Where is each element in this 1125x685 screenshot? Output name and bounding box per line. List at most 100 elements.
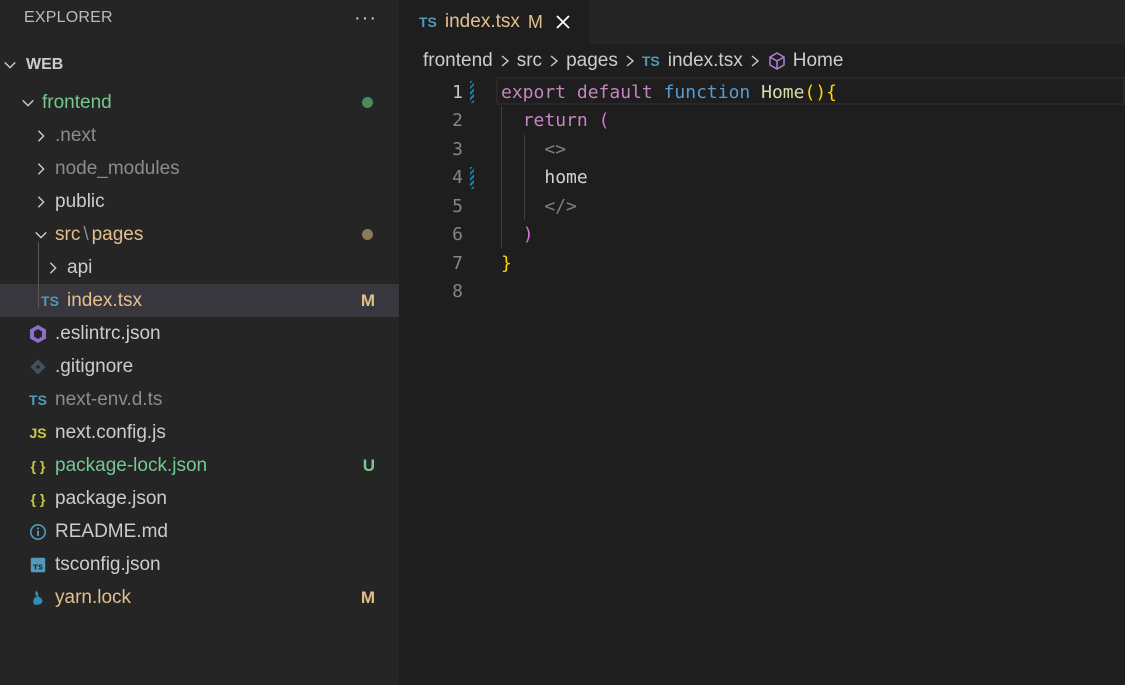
- code-text: }: [501, 253, 512, 274]
- tab-index-tsx[interactable]: TS index.tsx M: [399, 0, 589, 44]
- explorer-sidebar: EXPLORER ··· WEB frontend .next node_mod…: [0, 0, 399, 685]
- code-editor[interactable]: 1 export default function Home(){ 2 retu…: [399, 77, 1125, 307]
- code-text: home: [501, 167, 588, 189]
- tree-indent-guide: [38, 242, 39, 308]
- typescript-file-icon: TS: [29, 391, 47, 408]
- tab-bar: TS index.tsx M: [399, 0, 1125, 44]
- typescript-file-icon: TS: [419, 14, 437, 30]
- eslint-file-icon: [27, 324, 49, 344]
- chevron-right-icon: [33, 194, 49, 210]
- tree-item-package-lock[interactable]: { } package-lock.json U: [0, 449, 399, 482]
- chevron-down-icon: [33, 227, 49, 243]
- code-line-3: 3 <>: [399, 135, 1125, 164]
- tree-item-package-json[interactable]: { } package.json: [0, 482, 399, 515]
- tree-item-label: public: [55, 190, 105, 212]
- chevron-right-icon: [550, 55, 559, 67]
- tree-item-label: yarn.lock: [55, 586, 132, 608]
- code-text: ): [501, 224, 534, 245]
- chevron-down-icon: [20, 95, 36, 111]
- breadcrumb-item-file[interactable]: index.tsx: [668, 50, 743, 72]
- line-number: 2: [452, 110, 463, 132]
- modified-dot-icon: [362, 229, 373, 240]
- tree-item-label: tsconfig.json: [55, 553, 161, 575]
- code-line-6: 6 ): [399, 221, 1125, 250]
- token-bracket: (): [804, 81, 827, 103]
- tsconfig-icon-letters: TS: [33, 562, 43, 571]
- json-file-icon: { }: [30, 457, 46, 474]
- tree-item-frontend[interactable]: frontend: [0, 86, 399, 119]
- tree-item-label-2: pages: [91, 223, 144, 245]
- breadcrumb-item-frontend[interactable]: frontend: [423, 50, 493, 72]
- git-status-badge: M: [360, 587, 375, 607]
- info-icon: [27, 523, 49, 541]
- breadcrumb-item-src[interactable]: src: [517, 50, 542, 72]
- git-status-badge: M: [360, 290, 375, 310]
- token-keyword: export: [501, 81, 567, 103]
- line-number: 1: [452, 81, 463, 103]
- token-keyword: function: [663, 81, 751, 103]
- line-number: 4: [452, 167, 463, 189]
- close-icon[interactable]: [555, 14, 571, 30]
- tree-item-next-config[interactable]: JS next.config.js: [0, 416, 399, 449]
- tree-item-label: frontend: [42, 91, 112, 113]
- workspace-root-label: WEB: [26, 56, 64, 73]
- chevron-right-icon: [751, 55, 759, 67]
- typescript-file-icon: TS: [641, 53, 660, 69]
- symbol-method-icon: [768, 52, 785, 70]
- tree-item-api[interactable]: api: [0, 251, 399, 284]
- tree-item-next[interactable]: .next: [0, 119, 399, 152]
- tree-item-node-modules[interactable]: node_modules: [0, 152, 399, 185]
- explorer-header: EXPLORER ···: [0, 0, 399, 36]
- more-actions-button[interactable]: ···: [354, 7, 377, 30]
- chevron-right-icon: [501, 55, 509, 67]
- code-line-8: 8: [399, 278, 1125, 307]
- token-text: home: [544, 167, 588, 189]
- token-keyword: return: [522, 110, 588, 132]
- tree-item-eslintrc[interactable]: .eslintrc.json: [0, 317, 399, 350]
- path-separator: \: [83, 223, 89, 245]
- tree-item-next-env[interactable]: TS next-env.d.ts: [0, 383, 399, 416]
- tree-item-label: next-env.d.ts: [55, 388, 163, 410]
- tree-item-label: node_modules: [55, 157, 180, 179]
- breadcrumb-item-symbol[interactable]: Home: [793, 50, 844, 72]
- tsconfig-file-icon: TS: [27, 556, 49, 574]
- breadcrumb: frontend src pages TS index.tsx Home: [399, 44, 1125, 78]
- tree-item-readme[interactable]: README.md: [0, 515, 399, 548]
- json-file-icon: { }: [30, 490, 46, 507]
- tree-item-label: next.config.js: [55, 421, 166, 443]
- code-text: return (: [501, 110, 610, 132]
- code-text: export default function Home(){: [501, 82, 837, 103]
- tree-item-label: api: [67, 256, 93, 278]
- tab-label: index.tsx: [444, 11, 520, 32]
- modified-line-marker: [470, 81, 474, 104]
- tree-item-label: package-lock.json: [55, 454, 208, 476]
- token-bracket: {: [826, 81, 838, 103]
- code-line-2: 2 return (: [399, 107, 1125, 136]
- workspace-root[interactable]: WEB: [0, 36, 399, 86]
- modified-dot-icon: [362, 97, 373, 108]
- typescript-file-icon: TS: [41, 292, 59, 309]
- chevron-right-icon: [45, 260, 61, 276]
- explorer-title: EXPLORER: [24, 9, 113, 26]
- tree-item-yarn-lock[interactable]: yarn.lock M: [0, 581, 399, 614]
- line-number: 7: [452, 252, 463, 274]
- token-keyword: default: [576, 81, 653, 103]
- chevron-down-icon: [2, 57, 18, 73]
- tree-item-gitignore[interactable]: .gitignore: [0, 350, 399, 383]
- tree-item-src-pages[interactable]: src \ pages: [0, 218, 399, 251]
- code-line-5: 5 </>: [399, 192, 1125, 221]
- tree-item-tsconfig[interactable]: TS tsconfig.json: [0, 548, 399, 581]
- tree-item-label: .gitignore: [55, 355, 134, 377]
- git-file-icon: [27, 358, 49, 376]
- tree-item-public[interactable]: public: [0, 185, 399, 218]
- code-text: </>: [501, 196, 577, 217]
- yarn-file-icon: [27, 589, 49, 607]
- modified-line-marker: [470, 166, 474, 189]
- token-function: Home: [761, 81, 805, 103]
- token-bracket: ): [522, 224, 534, 246]
- code-text: <>: [501, 139, 566, 160]
- breadcrumb-item-pages[interactable]: pages: [566, 50, 618, 72]
- tree-item-label: .next: [55, 124, 97, 146]
- tree-item-index-tsx[interactable]: TS index.tsx M: [0, 284, 399, 317]
- line-number: 3: [452, 138, 463, 160]
